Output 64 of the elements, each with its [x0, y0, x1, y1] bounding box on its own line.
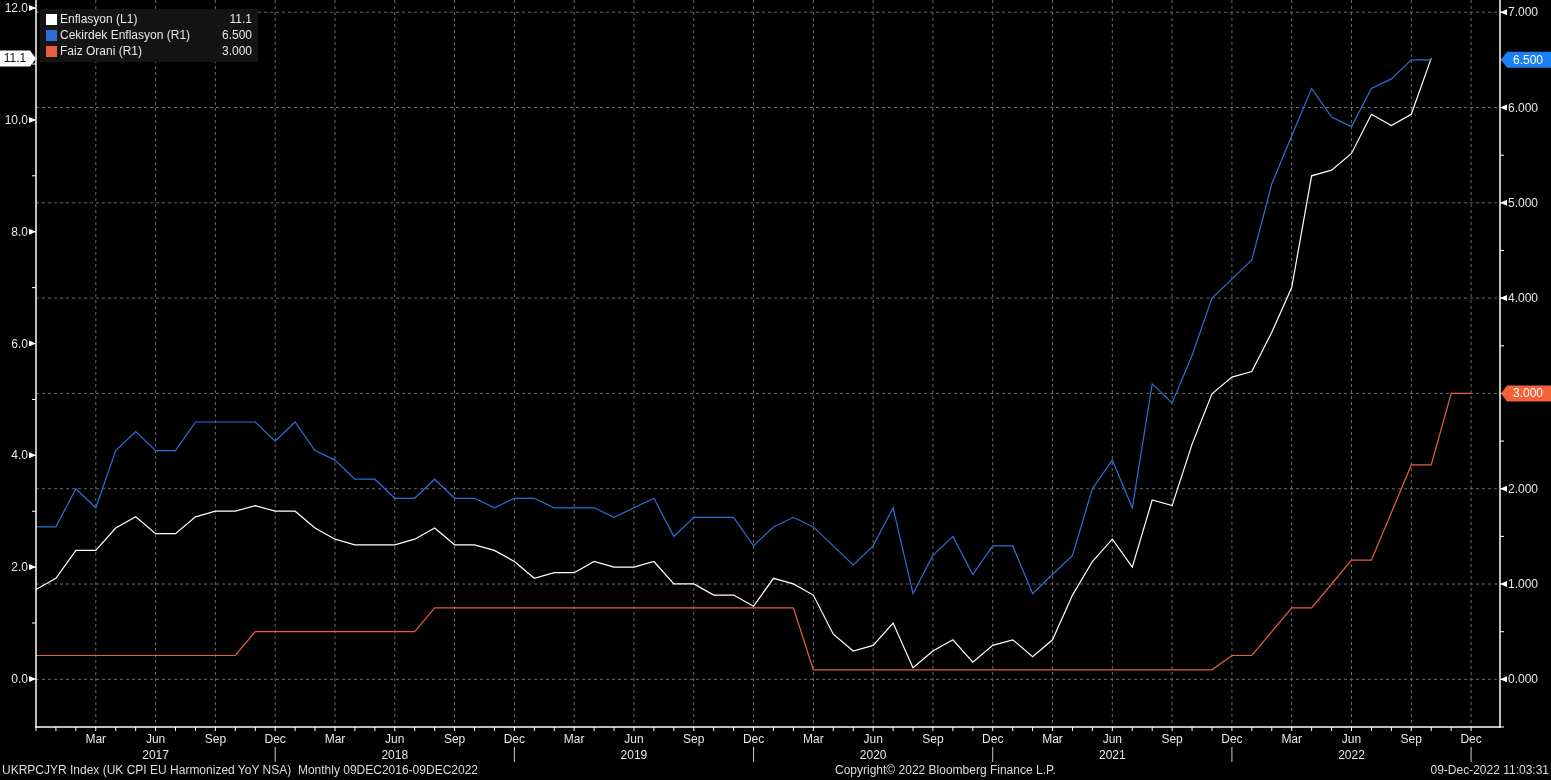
tick-marker-icon [1500, 9, 1507, 16]
legend-value: 3.000 [220, 43, 252, 59]
axis-label: Mar [1042, 732, 1063, 746]
tick-marker-icon [1500, 104, 1507, 111]
axis-label: Jun 2021 [1098, 732, 1126, 762]
axis-label: Jun 2019 [620, 732, 648, 762]
copyright-text: Copyright© 2022 Bloomberg Finance L.P. [835, 762, 1057, 779]
source-caption: UKRPCJYR Index (UK CPI EU Harmonized YoY NSA) Monthly 09DEC2016-09DEC2022 [2, 762, 479, 779]
axis-label: 2.000 [1508, 481, 1539, 496]
timestamp-text: 09-Dec-2022 11:03:31 [1430, 762, 1549, 779]
axis-label: Mar [85, 732, 107, 746]
tick-marker-icon [29, 228, 36, 235]
axis-label: 1.000 [1508, 577, 1539, 592]
tick-marker-icon [1500, 581, 1507, 588]
tick-marker-icon [1500, 676, 1507, 683]
tick-marker-icon [29, 564, 36, 571]
axis-label: Mar [563, 732, 585, 746]
axis-label: 4.0 [11, 448, 28, 463]
legend-value: 6.500 [220, 27, 252, 43]
axis-label: Dec [264, 732, 286, 746]
axis-label: 4.000 [1508, 291, 1539, 306]
axis-label: Mar [1281, 732, 1303, 746]
tick-marker-icon [1500, 199, 1507, 206]
axis-label: 2.0 [11, 560, 28, 575]
tick-marker-icon [29, 675, 36, 682]
tick-marker-icon [29, 340, 36, 347]
axis-label: 12.0 [4, 1, 28, 16]
axis-label: Jun 2020 [859, 732, 887, 762]
axis-label: Dec [742, 732, 765, 746]
tick-marker-icon [1500, 295, 1507, 302]
axis-label: Jun 2018 [381, 732, 409, 762]
axis-label: Sep [683, 732, 705, 746]
axis-label: Mar [324, 732, 346, 746]
axis-label: Sep [1400, 732, 1422, 746]
value-badge: 6.500 [1501, 51, 1551, 68]
axis-label: 10.0 [4, 112, 28, 127]
axis-label: 6.000 [1508, 100, 1539, 115]
axis-label: Sep [443, 732, 466, 746]
legend-label: Enflasyon (L1) [60, 11, 139, 27]
axis-label: Dec [1460, 732, 1482, 746]
value-badge: 11.1 [0, 50, 36, 67]
axis-label: Sep [1161, 732, 1183, 746]
axis-label: Dec [503, 732, 526, 746]
tick-marker-icon [29, 5, 36, 12]
tick-marker-icon [29, 116, 36, 123]
legend-label: Faiz Orani (R1) [60, 43, 143, 59]
axis-label: Dec [1221, 732, 1243, 746]
legend-label: Cekirdek Enflasyon (R1) [60, 27, 192, 43]
axis-label: Sep [922, 732, 944, 746]
axis-label: 0.0 [11, 671, 28, 686]
axis-label: 7.000 [1508, 5, 1539, 20]
legend-value: 11.1 [228, 11, 252, 27]
axis-label: Dec [982, 732, 1004, 746]
axis-label: 0.000 [1508, 672, 1539, 687]
axis-label: 5.000 [1508, 195, 1539, 210]
axis-label: Sep [204, 732, 227, 746]
value-badge: 3.000 [1501, 385, 1551, 402]
tick-marker-icon [1500, 485, 1507, 492]
axis-label: 8.0 [11, 224, 28, 239]
axis-label: Mar [803, 732, 824, 746]
axis-label: Jun 2022 [1338, 732, 1365, 762]
tick-marker-icon [29, 452, 36, 459]
axis-label: Jun 2017 [142, 732, 169, 762]
axis-label: 6.0 [11, 336, 28, 351]
